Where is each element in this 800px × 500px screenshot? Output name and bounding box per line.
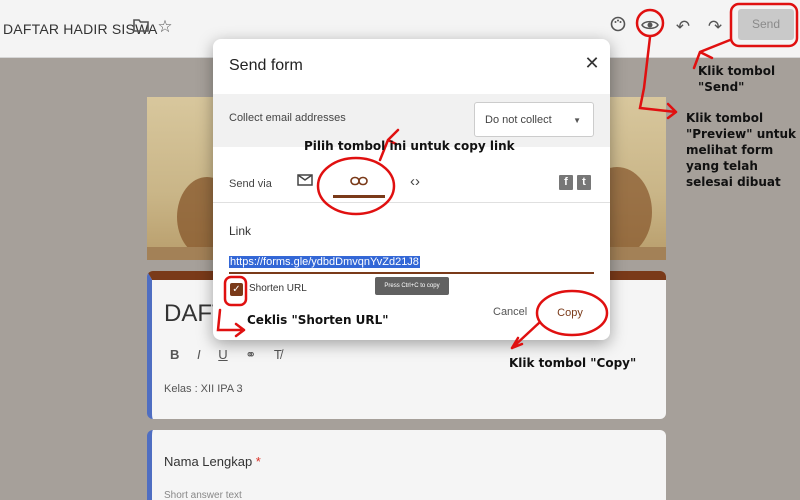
close-icon[interactable]: ✕ xyxy=(583,53,601,74)
code-icon[interactable]: ‹› xyxy=(405,173,425,190)
link-url[interactable]: https://forms.gle/ydbdDmvqnYvZd21J8 xyxy=(229,256,420,268)
question-title: Nama Lengkap * xyxy=(164,454,261,469)
link-field[interactable]: https://forms.gle/ydbdDmvqnYvZd21J8 xyxy=(229,256,594,274)
chevron-down-icon: ▼ xyxy=(573,116,581,125)
star-icon[interactable]: ☆ xyxy=(154,16,176,38)
palette-icon[interactable] xyxy=(607,16,629,38)
active-tab-indicator xyxy=(333,195,385,198)
italic-icon[interactable]: I xyxy=(197,347,201,362)
facebook-icon[interactable]: f xyxy=(559,175,573,190)
send-button[interactable]: Send xyxy=(738,9,794,40)
annotation-send: Klik tombol "Send" xyxy=(698,64,776,94)
link-label: Link xyxy=(229,224,252,238)
redo-icon[interactable]: ↷ xyxy=(704,16,726,38)
annotation-preview: Klik tombol "Preview" untuk melihat form… xyxy=(686,111,797,189)
collect-email-label: Collect email addresses xyxy=(229,112,346,124)
collect-email-select[interactable]: Do not collect ▼ xyxy=(474,102,594,137)
copy-tooltip: Press Ctrl+C to copy xyxy=(375,277,449,295)
shorten-url-checkbox[interactable]: ✓ xyxy=(230,283,243,296)
shorten-url-label: Shorten URL xyxy=(249,283,307,294)
divider xyxy=(213,202,610,203)
send-form-dialog: Send form ✕ Collect email addresses Do n… xyxy=(213,39,610,340)
send-via-label: Send via xyxy=(229,178,272,190)
annotation-shorten: Ceklis "Shorten URL" xyxy=(247,313,389,327)
folder-icon[interactable] xyxy=(130,16,152,38)
required-mark: * xyxy=(255,454,261,469)
bold-icon[interactable]: B xyxy=(170,347,179,362)
eye-icon[interactable] xyxy=(639,16,661,38)
collect-email-value: Do not collect xyxy=(485,114,552,126)
check-icon: ✓ xyxy=(232,284,241,295)
copy-button[interactable]: Copy xyxy=(548,303,592,323)
dialog-title: Send form xyxy=(229,57,303,74)
cancel-button[interactable]: Cancel xyxy=(493,306,527,318)
question-title-text: Nama Lengkap xyxy=(164,454,253,469)
annotation-copy: Klik tombol "Copy" xyxy=(509,356,637,370)
form-description[interactable]: Kelas : XII IPA 3 xyxy=(164,383,243,395)
clear-format-icon[interactable]: T̸ xyxy=(274,347,282,362)
format-toolbar: B I U ⚭ T̸ xyxy=(170,347,296,363)
link-format-icon[interactable]: ⚭ xyxy=(245,347,256,363)
undo-icon[interactable]: ↶ xyxy=(672,16,694,38)
underline-icon[interactable]: U xyxy=(218,347,227,362)
question-hint: Short answer text xyxy=(164,490,242,500)
annotation-copy-link: Pilih tombol ini untuk copy link xyxy=(304,139,515,153)
twitter-icon[interactable]: t xyxy=(577,175,591,190)
link-icon[interactable] xyxy=(349,173,369,190)
mail-icon[interactable] xyxy=(295,173,315,190)
